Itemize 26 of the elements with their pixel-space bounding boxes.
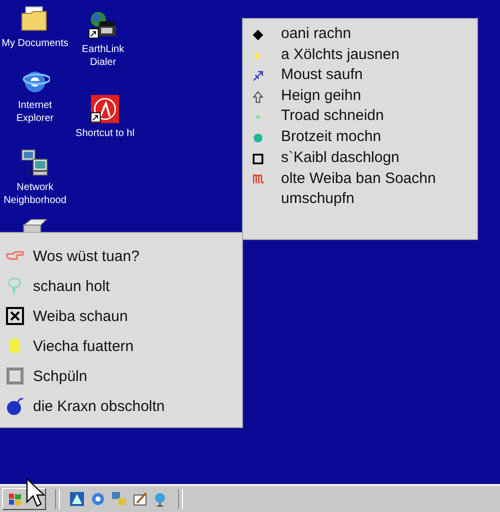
notepad-icon[interactable] xyxy=(132,491,148,507)
menu-item[interactable]: Weiba schaun xyxy=(33,308,128,324)
telephone-icon[interactable] xyxy=(88,10,118,40)
icon-label: Internet Explorer xyxy=(15,99,55,125)
menu-item[interactable]: s`Kaibl daschlogn xyxy=(281,148,471,167)
desktop-icon[interactable] xyxy=(69,491,85,507)
lambda-icon[interactable] xyxy=(90,94,120,124)
menu-item[interactable]: schaun holt xyxy=(33,278,110,294)
mouse-pointer-icon xyxy=(26,478,46,508)
menu-item[interactable]: Viecha fuattern xyxy=(33,338,134,354)
icon-label: EarthLink Dialer xyxy=(80,43,126,69)
menu-item[interactable]: Heign geihn xyxy=(281,86,471,105)
menu-item[interactable]: Brotzeit mochn xyxy=(281,128,471,146)
menu-item[interactable]: Moust saufn xyxy=(281,66,471,84)
computers-icon[interactable] xyxy=(20,148,50,178)
icon-label: Network Neighborhood xyxy=(2,181,68,207)
menu-item[interactable]: oani rachn xyxy=(281,25,471,43)
menu-item[interactable]: a Xölchts jausnen xyxy=(281,46,471,64)
menu-item[interactable]: die Kraxn obscholtn xyxy=(33,398,165,414)
menu-item[interactable]: Troad schneidn xyxy=(281,107,471,126)
menu-item[interactable]: olte Weiba ban Soachn umschupfn xyxy=(281,169,471,210)
menu-item[interactable]: Wos wüst tuan? xyxy=(33,248,140,264)
icon-label: My Documents xyxy=(2,37,68,50)
menu-item[interactable]: Schpüln xyxy=(33,368,88,384)
windows-logo-icon xyxy=(7,491,23,507)
icon-label: Shortcut to hl xyxy=(76,127,134,140)
